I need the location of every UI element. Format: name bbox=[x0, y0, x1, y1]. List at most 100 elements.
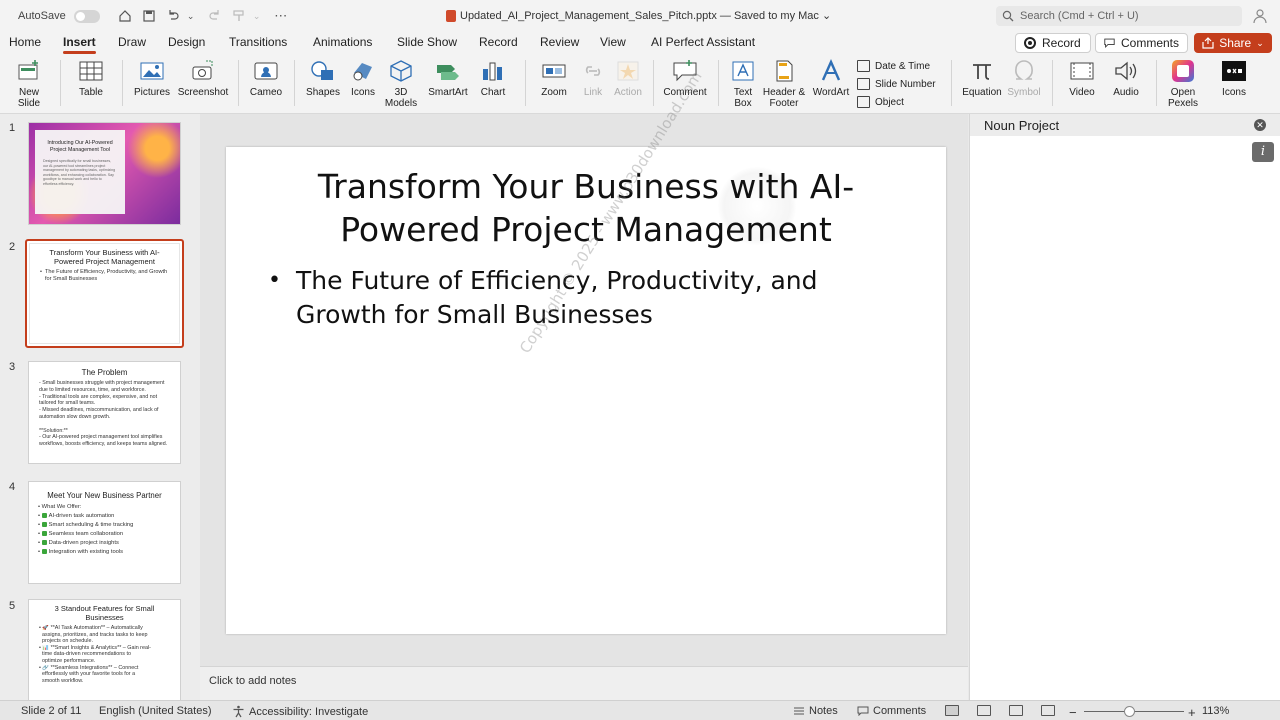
tab-design[interactable]: Design bbox=[168, 35, 205, 49]
pptx-file-icon bbox=[446, 9, 456, 22]
noun-project-pane: Noun Project ✕ i bbox=[969, 114, 1280, 700]
document-title[interactable]: Updated_AI_Project_Management_Sales_Pitc… bbox=[446, 9, 831, 22]
comments-toggle[interactable]: Comments bbox=[857, 705, 926, 717]
search-box[interactable]: Search (Cmd + Ctrl + U) bbox=[996, 6, 1242, 26]
share-label: Share bbox=[1219, 36, 1252, 50]
pane-title: Noun Project bbox=[984, 117, 1060, 133]
video-icon bbox=[1070, 62, 1094, 80]
checkmark-icon bbox=[41, 521, 47, 527]
accessibility-status[interactable]: Accessibility: Investigate bbox=[232, 705, 368, 718]
equation-button[interactable]: Equation bbox=[960, 58, 1004, 98]
divider bbox=[951, 60, 952, 106]
accessibility-icon bbox=[233, 705, 244, 718]
close-icon[interactable]: ✕ bbox=[1254, 119, 1266, 131]
tab-home[interactable]: Home bbox=[9, 35, 41, 49]
comments-label: Comments bbox=[1120, 36, 1179, 50]
divider bbox=[1156, 60, 1157, 106]
zoom-slide-icon bbox=[542, 64, 566, 78]
normal-view-icon[interactable] bbox=[945, 705, 959, 716]
info-icon[interactable]: i bbox=[1252, 142, 1274, 162]
slide-number-button[interactable]: Slide Number bbox=[857, 78, 936, 90]
tab-review[interactable]: Review bbox=[540, 35, 579, 49]
checkmark-icon bbox=[41, 539, 47, 545]
text-box-button[interactable]: Text Box bbox=[728, 58, 758, 109]
slide-thumbnails-panel[interactable]: 1 Introducing Our AI-Powered Project Man… bbox=[0, 114, 200, 700]
profile-icon[interactable] bbox=[1252, 8, 1268, 24]
tab-insert[interactable]: Insert bbox=[63, 35, 96, 54]
reading-view-icon[interactable] bbox=[1009, 705, 1023, 716]
tab-ai-perfect-assistant[interactable]: AI Perfect Assistant bbox=[651, 35, 755, 49]
video-button[interactable]: Video bbox=[1064, 58, 1100, 98]
action-button: Action bbox=[611, 58, 645, 98]
divider bbox=[122, 60, 123, 106]
pictures-icon bbox=[140, 62, 164, 80]
zoom-button[interactable]: Zoom bbox=[535, 58, 573, 98]
home-icon[interactable] bbox=[116, 7, 134, 25]
icons-button[interactable]: Icons bbox=[347, 58, 379, 98]
thumbnail-body: • The Future of Efficiency, Productivity… bbox=[40, 269, 168, 282]
zoom-level[interactable]: 113% bbox=[1202, 705, 1229, 717]
pictures-button[interactable]: Pictures bbox=[132, 58, 172, 98]
language-status[interactable]: English (United States) bbox=[99, 705, 212, 717]
tab-slide-show[interactable]: Slide Show bbox=[397, 35, 457, 49]
table-button[interactable]: Table bbox=[71, 58, 111, 98]
date-time-button[interactable]: Date & Time bbox=[857, 60, 930, 72]
slide-thumbnail-3[interactable]: The Problem - Small businesses struggle … bbox=[28, 361, 181, 464]
screenshot-button[interactable]: Screenshot bbox=[177, 58, 229, 98]
tab-animations[interactable]: Animations bbox=[313, 35, 372, 49]
new-slide-button[interactable]: New Slide bbox=[10, 58, 48, 109]
slide-thumbnail-2[interactable]: Transform Your Business with AI-Powered … bbox=[25, 239, 184, 348]
new-slide-icon bbox=[18, 60, 38, 80]
tab-transitions[interactable]: Transitions bbox=[229, 35, 287, 49]
slide-number: 3 bbox=[9, 361, 16, 373]
tab-view[interactable]: View bbox=[600, 35, 626, 49]
divider bbox=[294, 60, 295, 106]
record-button[interactable]: Record bbox=[1015, 33, 1091, 53]
zoom-slider-handle[interactable] bbox=[1124, 706, 1135, 717]
slide-thumbnail-4[interactable]: Meet Your New Business Partner • What We… bbox=[28, 481, 181, 584]
divider bbox=[60, 60, 61, 106]
tab-record[interactable]: Record bbox=[479, 35, 518, 49]
format-painter-icon bbox=[230, 7, 248, 25]
chevron-down-icon[interactable]: ⌄ bbox=[182, 7, 200, 25]
slide-thumbnail-1[interactable]: Introducing Our AI-Powered Project Manag… bbox=[28, 122, 181, 225]
current-slide[interactable]: Transform Your Business with AI- Powered… bbox=[226, 68, 946, 634]
comments-button[interactable]: Comments bbox=[1095, 33, 1188, 53]
status-bar: Slide 2 of 11 English (United States) Ac… bbox=[0, 700, 1280, 720]
open-pexels-button[interactable]: Open Pexels bbox=[1164, 58, 1202, 109]
zoom-in-icon[interactable]: + bbox=[1188, 705, 1196, 720]
slide-show-icon[interactable] bbox=[1041, 705, 1055, 716]
notes-pane[interactable]: Click to add notes bbox=[200, 666, 968, 700]
cameo-button[interactable]: Cameo bbox=[248, 58, 284, 98]
thumbnail-title: The Problem bbox=[81, 368, 128, 377]
audio-button[interactable]: Audio bbox=[1108, 58, 1144, 98]
header-footer-icon bbox=[776, 60, 793, 82]
autosave-control[interactable]: AutoSave bbox=[18, 9, 100, 23]
wordart-button[interactable]: WordArt bbox=[811, 58, 851, 98]
notes-toggle[interactable]: Notes bbox=[793, 705, 838, 717]
zoom-out-icon[interactable]: − bbox=[1069, 705, 1077, 720]
divider bbox=[653, 60, 654, 106]
share-button[interactable]: Share ⌄ bbox=[1194, 33, 1272, 53]
slide-counter: Slide 2 of 11 bbox=[21, 705, 82, 717]
screenshot-icon bbox=[192, 60, 213, 80]
slide-sorter-icon[interactable] bbox=[977, 705, 991, 716]
text-box-icon bbox=[732, 61, 754, 81]
save-icon[interactable] bbox=[140, 7, 158, 25]
more-icon[interactable]: ⋯ bbox=[272, 7, 290, 25]
object-button[interactable]: Object bbox=[857, 96, 904, 108]
3d-models-button[interactable]: 3D Models bbox=[382, 58, 420, 109]
shapes-button[interactable]: Shapes bbox=[303, 58, 343, 98]
header-footer-button[interactable]: Header & Footer bbox=[762, 58, 806, 109]
thumbnail-title: 3 Standout Features for Small Businesses bbox=[54, 604, 155, 622]
icons-addin-button[interactable]: Icons bbox=[1217, 58, 1251, 98]
undo-icon[interactable] bbox=[164, 7, 182, 25]
slide-number: 2 bbox=[9, 241, 16, 253]
tab-draw[interactable]: Draw bbox=[118, 35, 146, 49]
smartart-button[interactable]: SmartArt bbox=[424, 58, 472, 98]
slide-thumbnail-5[interactable]: 3 Standout Features for Small Businesses… bbox=[28, 599, 181, 700]
omega-icon bbox=[1015, 60, 1033, 80]
autosave-toggle[interactable] bbox=[73, 9, 100, 23]
chart-button[interactable]: Chart bbox=[476, 58, 510, 98]
pexels-icon bbox=[1172, 60, 1194, 82]
